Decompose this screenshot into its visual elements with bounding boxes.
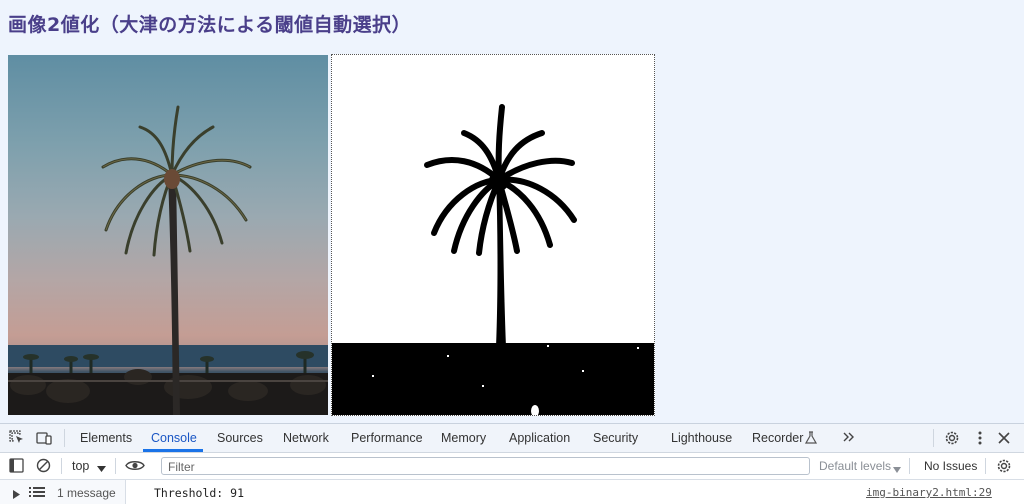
tab-sources[interactable]: Sources	[217, 431, 263, 445]
devtools-panel: Elements Console Sources Network Perform…	[0, 423, 1024, 504]
default-levels-dropdown[interactable]: Default levels	[819, 459, 891, 473]
message-count[interactable]: 1 message	[57, 486, 116, 500]
tab-memory[interactable]: Memory	[441, 431, 486, 445]
eye-icon[interactable]	[125, 459, 145, 475]
page-title: 画像2値化（大津の方法による閾値自動選択）	[8, 14, 412, 36]
tab-elements[interactable]: Elements	[80, 431, 132, 445]
clear-console-icon[interactable]	[36, 458, 51, 476]
tab-performance[interactable]: Performance	[351, 431, 423, 445]
toolbar-divider	[61, 458, 62, 474]
caret-down-icon[interactable]	[893, 462, 901, 476]
flask-icon	[804, 431, 818, 448]
tab-recorder[interactable]: Recorder	[752, 431, 803, 445]
tab-console[interactable]: Console	[151, 431, 197, 445]
toolbar-divider-4	[985, 458, 986, 474]
active-tab-indicator	[143, 449, 203, 452]
devtools-tab-bar: Elements Console Sources Network Perform…	[0, 424, 1024, 453]
more-options-icon[interactable]	[975, 430, 985, 449]
tab-security[interactable]: Security	[593, 431, 638, 445]
console-sidebar: 1 message	[0, 480, 126, 504]
tab-application[interactable]: Application	[509, 431, 570, 445]
console-body: 1 message Threshold: 91 img-binary2.html…	[0, 480, 1024, 504]
settings-gear-icon[interactable]	[944, 430, 960, 449]
inspect-element-icon[interactable]	[9, 430, 25, 449]
device-toolbar-icon[interactable]	[36, 430, 53, 449]
binary-image	[331, 54, 655, 416]
tab-bar-divider-right	[933, 429, 934, 447]
expand-triangle-icon[interactable]	[13, 488, 20, 502]
tab-lighthouse[interactable]: Lighthouse	[671, 431, 732, 445]
tab-network[interactable]: Network	[283, 431, 329, 445]
console-toolbar: top Default levels No Issues	[0, 453, 1024, 480]
tab-bar-divider	[64, 429, 65, 447]
context-selector[interactable]: top	[72, 459, 89, 473]
toolbar-divider-3	[909, 458, 910, 474]
caret-down-icon[interactable]	[97, 462, 106, 476]
issues-counter[interactable]: No Issues	[924, 459, 977, 473]
filter-input[interactable]	[166, 459, 800, 475]
console-settings-gear-icon[interactable]	[996, 458, 1012, 477]
toolbar-divider-2	[115, 458, 116, 474]
console-message-text: Threshold: 91	[154, 486, 245, 500]
console-message-source-link[interactable]: img-binary2.html:29	[866, 486, 992, 499]
chevron-double-right-icon[interactable]	[842, 430, 856, 447]
list-icon	[29, 486, 45, 501]
filter-input-wrapper	[161, 457, 810, 475]
original-image	[8, 55, 328, 415]
sidebar-toggle-icon[interactable]	[9, 458, 24, 476]
close-icon[interactable]	[997, 431, 1011, 448]
